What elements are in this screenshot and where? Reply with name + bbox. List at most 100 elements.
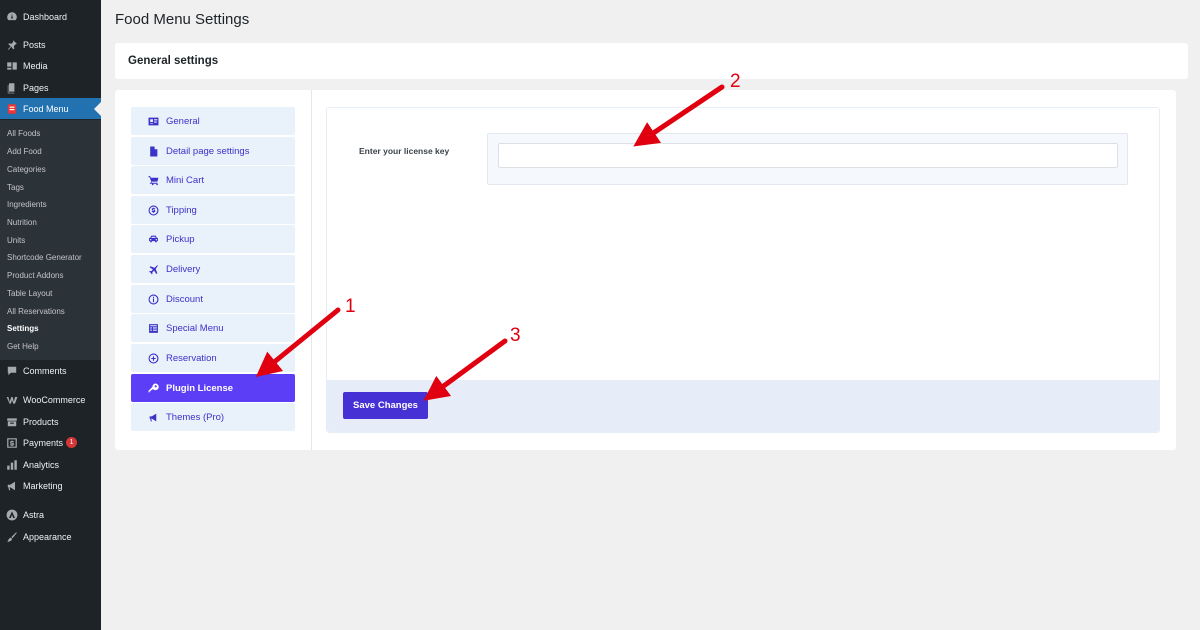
menu-label: WooCommerce (23, 394, 86, 405)
settings-tab-label: Reservation (166, 352, 217, 364)
panel-footer: Save Changes (327, 380, 1159, 432)
settings-tab-special-menu[interactable]: Special Menu (131, 314, 295, 342)
menu-media[interactable]: Media (0, 55, 101, 76)
submenu-item-product-addons[interactable]: Product Addons (7, 271, 63, 280)
settings-tab-label: Delivery (166, 263, 201, 275)
step-number-1: 1 (345, 296, 356, 317)
id-card-icon (147, 115, 159, 127)
submenu-item-categories[interactable]: Categories (7, 165, 46, 174)
settings-tab-label: Tipping (166, 204, 197, 216)
settings-nav: General Detail page settings Mini Cart T… (115, 90, 312, 450)
menu-marketing[interactable]: Marketing (0, 475, 101, 496)
menu-label: Dashboard (23, 11, 68, 22)
products-icon (5, 415, 18, 428)
submenu-item-ingredients[interactable]: Ingredients (7, 200, 47, 209)
save-changes-button[interactable]: Save Changes (343, 392, 428, 419)
settings-tab-themes-pro[interactable]: Themes (Pro) (131, 403, 295, 431)
settings-tab-pickup[interactable]: Pickup (131, 225, 295, 253)
menu-comments[interactable]: Comments (0, 360, 101, 381)
submenu-item-tags[interactable]: Tags (7, 183, 24, 192)
menu-label: Posts (23, 39, 46, 50)
page-title: Food Menu Settings (115, 11, 250, 28)
media-icon (5, 59, 18, 72)
submenu-item-add-food[interactable]: Add Food (7, 147, 42, 156)
settings-tab-label: Themes (Pro) (166, 411, 225, 423)
menu-posts[interactable]: Posts (0, 34, 101, 55)
step-number-2: 2 (730, 71, 741, 92)
submenu-item-nutrition[interactable]: Nutrition (7, 218, 37, 227)
cart-icon (147, 174, 159, 186)
license-panel: Enter your license key Save Changes (326, 107, 1160, 433)
menu-appearance[interactable]: Appearance (0, 526, 101, 547)
license-key-input[interactable] (498, 143, 1118, 168)
settings-tab-tipping[interactable]: Tipping (131, 196, 295, 224)
submenu-item-shortcode-generator[interactable]: Shortcode Generator (7, 253, 82, 262)
food-menu-icon (5, 102, 18, 115)
dollar-circle-icon (147, 204, 159, 216)
submenu-item-all-foods[interactable]: All Foods (7, 129, 40, 138)
settings-tab-mini-cart[interactable]: Mini Cart (131, 166, 295, 194)
settings-tab-general[interactable]: General (131, 107, 295, 135)
menu-pages[interactable]: Pages (0, 77, 101, 98)
settings-tab-label: Special Menu (166, 322, 224, 334)
pages-icon (5, 81, 18, 94)
submenu-item-get-help[interactable]: Get Help (7, 342, 39, 351)
airplane-icon (147, 263, 159, 275)
menu-dashboard[interactable]: Dashboard (0, 6, 101, 27)
step-number-3: 3 (510, 325, 521, 346)
document-icon (147, 145, 159, 157)
payments-icon (5, 436, 18, 449)
settings-tab-discount[interactable]: Discount (131, 285, 295, 313)
megaphone-icon (5, 479, 18, 492)
submenu-item-all-reservations[interactable]: All Reservations (7, 307, 65, 316)
menu-label: Food Menu (23, 103, 69, 114)
license-field-wrapper (487, 133, 1128, 185)
key-icon (147, 382, 159, 394)
analytics-icon (5, 458, 18, 471)
menu-label: Astra (23, 509, 45, 520)
astra-icon (5, 508, 18, 521)
menu-label: Payments (23, 437, 64, 448)
dashboard-icon (5, 10, 18, 23)
table-list-icon (147, 322, 159, 334)
pin-icon (5, 38, 18, 51)
menu-astra[interactable]: Astra (0, 504, 101, 525)
megaphone-icon (147, 411, 159, 423)
settings-tab-plugin-license[interactable]: Plugin License (131, 374, 295, 402)
menu-woocommerce[interactable]: WooCommerce (0, 389, 101, 410)
settings-card: General Detail page settings Mini Cart T… (115, 90, 1176, 450)
menu-label: Analytics (23, 459, 60, 470)
woocommerce-icon (5, 393, 18, 406)
menu-label: Products (23, 416, 59, 427)
menu-label: Comments (23, 365, 67, 376)
settings-tab-label: Discount (166, 293, 203, 305)
menu-payments[interactable]: Payments 1 (0, 432, 101, 453)
section-title: General settings (128, 55, 219, 67)
comments-icon (5, 364, 18, 377)
submenu-item-table-layout[interactable]: Table Layout (7, 289, 52, 298)
menu-products[interactable]: Products (0, 411, 101, 432)
menu-analytics[interactable]: Analytics (0, 454, 101, 475)
notification-badge: 1 (66, 437, 78, 448)
menu-label: Appearance (23, 531, 72, 542)
info-circle-icon (147, 293, 159, 305)
settings-tab-label: Mini Cart (166, 174, 205, 186)
settings-tab-reservation[interactable]: Reservation (131, 344, 295, 372)
settings-tab-detail-page[interactable]: Detail page settings (131, 137, 295, 165)
menu-food-menu[interactable]: Food Menu (0, 98, 101, 119)
settings-tab-label: Detail page settings (166, 145, 250, 157)
submenu-item-units[interactable]: Units (7, 236, 25, 245)
menu-label: Marketing (23, 480, 63, 491)
license-key-label: Enter your license key (359, 146, 450, 156)
brush-icon (5, 530, 18, 543)
car-icon (147, 233, 159, 245)
plus-circle-icon (147, 352, 159, 364)
settings-tab-label: Pickup (166, 233, 195, 245)
settings-tab-label: General (166, 115, 200, 127)
settings-tab-delivery[interactable]: Delivery (131, 255, 295, 283)
submenu-item-settings[interactable]: Settings (7, 324, 39, 333)
menu-label: Pages (23, 82, 49, 93)
menu-label: Media (23, 60, 48, 71)
settings-tab-label: Plugin License (166, 382, 234, 394)
section-header: General settings (115, 43, 1188, 79)
